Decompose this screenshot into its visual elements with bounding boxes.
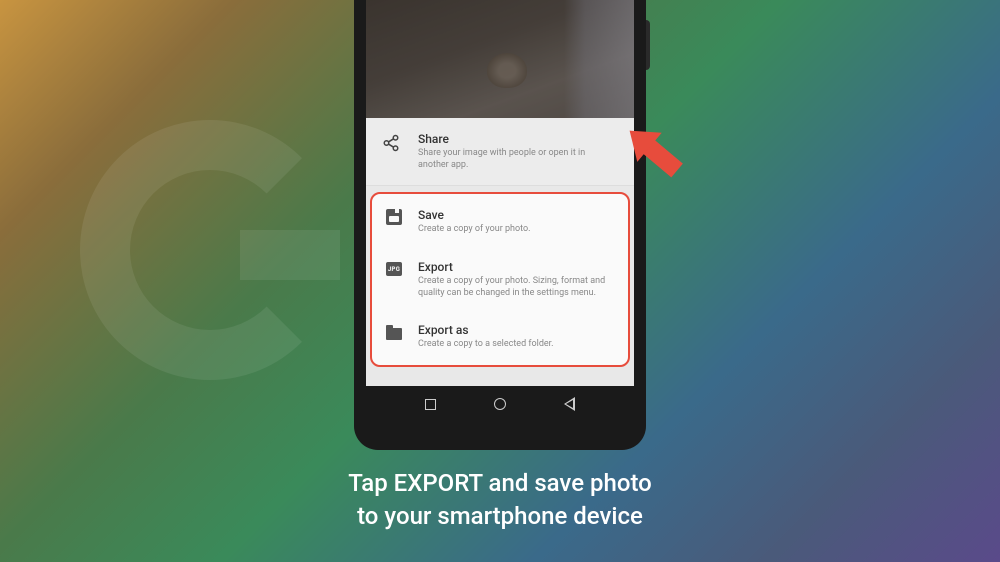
export-title: Export [418, 260, 614, 274]
folder-icon [386, 324, 402, 340]
phone-frame: Share Share your image with people or op… [354, 0, 646, 450]
save-title: Save [418, 208, 614, 222]
export-desc: Create a copy of your photo. Sizing, for… [418, 276, 614, 299]
android-nav-bar [366, 386, 634, 422]
share-title: Share [418, 132, 618, 146]
caption-line-2: to your smartphone device [0, 500, 1000, 532]
exportas-text: Export as Create a copy to a selected fo… [418, 323, 614, 351]
share-desc: Share your image with people or open it … [418, 148, 618, 171]
photo-dim-overlay [366, 0, 634, 118]
photo-preview [366, 0, 634, 118]
save-icon [386, 209, 402, 225]
exportas-title: Export as [418, 323, 614, 337]
jpg-icon: JPG [386, 261, 402, 277]
caption-line-1: Tap EXPORT and save photo [0, 467, 1000, 499]
instruction-caption: Tap EXPORT and save photo to your smartp… [0, 467, 1000, 532]
exportas-desc: Create a copy to a selected folder. [418, 339, 614, 351]
phone-side-button [646, 20, 650, 70]
save-option[interactable]: Save Create a copy of your photo. [372, 196, 628, 248]
nav-home-icon[interactable] [494, 398, 506, 410]
share-icon [382, 134, 400, 152]
save-text: Save Create a copy of your photo. [418, 208, 614, 236]
share-text: Share Share your image with people or op… [418, 132, 618, 171]
share-option[interactable]: Share Share your image with people or op… [366, 118, 634, 186]
google-g-watermark [80, 120, 340, 380]
highlighted-export-group: Save Create a copy of your photo. JPG Ex… [370, 192, 630, 367]
export-as-option[interactable]: Export as Create a copy to a selected fo… [372, 311, 628, 363]
nav-back-icon[interactable] [564, 397, 575, 411]
phone-screen: Share Share your image with people or op… [366, 0, 634, 422]
save-desc: Create a copy of your photo. [418, 224, 614, 236]
nav-recent-icon[interactable] [425, 399, 436, 410]
export-option[interactable]: JPG Export Create a copy of your photo. … [372, 248, 628, 311]
export-text: Export Create a copy of your photo. Sizi… [418, 260, 614, 299]
